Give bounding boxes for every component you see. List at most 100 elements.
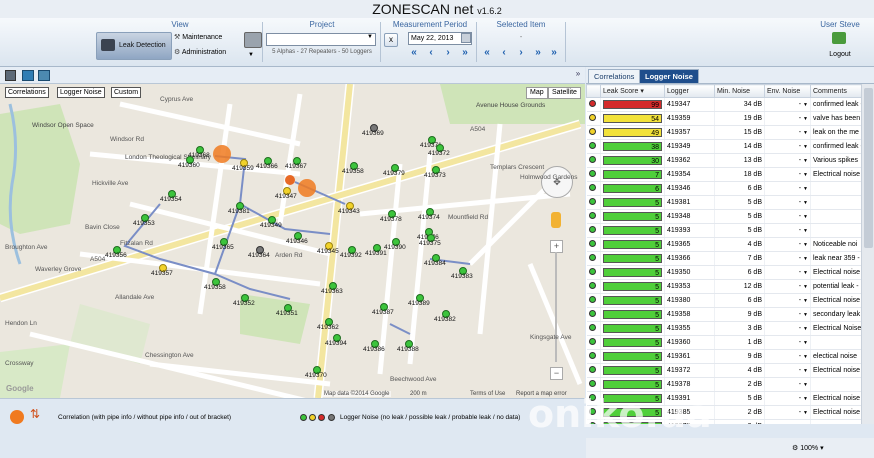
logout-button[interactable]: Logout [820, 51, 860, 58]
table-row[interactable]: 5 419355 3 dB - ▼ Electrical Noise [586, 321, 861, 336]
map-tab-logger-noise[interactable]: Logger Noise [57, 87, 105, 98]
env-noise-cell[interactable]: - ▼ [764, 153, 811, 168]
comment-cell[interactable] [810, 335, 861, 350]
column-header-comments[interactable]: Comments [810, 84, 861, 98]
comment-cell[interactable]: Electrical noise [810, 293, 861, 308]
env-noise-cell[interactable]: - ▼ [764, 237, 811, 252]
pan-control[interactable]: ✥ [541, 166, 573, 198]
env-noise-cell[interactable]: - ▼ [764, 209, 811, 224]
table-row[interactable]: 5 419361 9 dB - ▼ electical noise [586, 349, 861, 364]
env-noise-cell[interactable]: - ▼ [764, 97, 811, 112]
street-view-pegman-icon[interactable] [551, 212, 561, 228]
zoom-slider-track[interactable] [555, 252, 557, 362]
table-row[interactable]: 99 419347 34 dB - ▼ confirmed leak - [586, 97, 861, 112]
project-select[interactable]: ▼ [266, 33, 376, 46]
comment-cell[interactable]: Noticeable noi [810, 237, 861, 252]
comment-cell[interactable] [810, 195, 861, 210]
table-row[interactable]: 5 419353 12 dB - ▼ potential leak - [586, 279, 861, 294]
env-noise-cell[interactable]: - ▼ [764, 335, 811, 350]
table-row[interactable]: 5 419380 6 dB - ▼ Electrical noise [586, 293, 861, 308]
tab-logger-noise[interactable]: Logger Noise [639, 69, 699, 83]
printer-icon[interactable] [244, 32, 262, 48]
previous-period-icon[interactable]: ‹ [426, 48, 436, 58]
env-noise-cell[interactable]: - ▼ [764, 265, 811, 280]
comment-cell[interactable] [810, 419, 861, 424]
env-noise-cell[interactable]: - ▼ [764, 391, 811, 406]
comment-cell[interactable]: secondary leak [810, 307, 861, 322]
comment-cell[interactable]: Various spikes [810, 153, 861, 168]
env-noise-cell[interactable]: - ▼ [764, 167, 811, 182]
table-row[interactable]: 54 419359 19 dB - ▼ valve has been [586, 111, 861, 126]
env-noise-cell[interactable]: - ▼ [764, 349, 811, 364]
comment-cell[interactable]: Electrical noise [810, 167, 861, 182]
comment-cell[interactable]: Electrical noise [810, 391, 861, 406]
env-noise-cell[interactable]: - ▼ [764, 307, 811, 322]
administration-button[interactable]: ⚙ Administration [174, 48, 226, 56]
env-noise-cell[interactable]: - ▼ [764, 195, 811, 210]
comment-cell[interactable]: confirmed leak - [810, 139, 861, 154]
terms-of-use-link[interactable]: Terms of Use [470, 391, 505, 397]
table-row[interactable]: 5 419358 9 dB - ▼ secondary leak [586, 307, 861, 322]
next-item-icon[interactable]: › [516, 48, 526, 58]
comment-cell[interactable] [810, 377, 861, 392]
comment-cell[interactable]: confirmed leak - [810, 97, 861, 112]
table-scrollbar[interactable] [861, 84, 874, 424]
table-row[interactable]: 5 419360 1 dB - ▼ [586, 335, 861, 350]
scrollbar-thumb[interactable] [864, 88, 873, 248]
comment-cell[interactable] [810, 209, 861, 224]
env-noise-cell[interactable]: - ▼ [764, 139, 811, 154]
table-row[interactable]: 5 419393 5 dB - ▼ [586, 223, 861, 238]
layers-icon[interactable] [5, 70, 16, 81]
formula-button[interactable]: x [384, 33, 398, 47]
comment-cell[interactable] [810, 223, 861, 238]
leak-detection-button[interactable]: Leak Detection [96, 32, 172, 60]
comment-cell[interactable]: Electrical noise [810, 405, 861, 420]
tab-correlations[interactable]: Correlations [588, 69, 641, 83]
env-noise-cell[interactable]: - ▼ [764, 419, 811, 424]
table-row[interactable]: 5 419350 6 dB - ▼ Electrical noise [586, 265, 861, 280]
env-noise-cell[interactable]: - ▼ [764, 111, 811, 126]
last-item-icon[interactable]: » [533, 48, 543, 58]
column-header-env-noise[interactable]: Env. Noise [764, 84, 811, 98]
table-row[interactable]: 30 419362 13 dB - ▼ Various spikes [586, 153, 861, 168]
gem-icon[interactable] [38, 70, 50, 81]
env-noise-cell[interactable]: - ▼ [764, 293, 811, 308]
table-row[interactable]: 5 419381 5 dB - ▼ [586, 195, 861, 210]
column-header-leak-score[interactable]: Leak Score ▾ [600, 84, 665, 98]
maintenance-button[interactable]: ⚒ Maintenance [174, 33, 222, 41]
comment-cell[interactable]: Electrical noise [810, 265, 861, 280]
zoom-level[interactable]: ⚙ 100% ▾ [792, 444, 824, 452]
comment-cell[interactable]: leak on the me [810, 125, 861, 140]
collapse-panel-icon[interactable]: » [573, 69, 583, 79]
zoom-out-button[interactable]: − [550, 367, 563, 380]
comment-cell[interactable]: potential leak - [810, 279, 861, 294]
comment-cell[interactable] [810, 181, 861, 196]
env-noise-cell[interactable]: - ▼ [764, 405, 811, 420]
comment-cell[interactable]: leak near 359 - [810, 251, 861, 266]
last-period-icon[interactable]: » [460, 48, 470, 58]
table-row[interactable]: 49 419357 15 dB - ▼ leak on the me [586, 125, 861, 140]
env-noise-cell[interactable]: - ▼ [764, 223, 811, 238]
map-tab-custom[interactable]: Custom [111, 87, 142, 98]
table-row[interactable]: 6 419346 6 dB - ▼ [586, 181, 861, 196]
map-type-map[interactable]: Map [526, 87, 548, 99]
home-icon[interactable] [22, 70, 34, 81]
env-noise-cell[interactable]: - ▼ [764, 363, 811, 378]
end-item-icon[interactable]: » [549, 48, 559, 58]
print-dropdown-icon[interactable]: ▼ [248, 52, 254, 58]
env-noise-cell[interactable]: - ▼ [764, 251, 811, 266]
comment-cell[interactable]: valve has been [810, 111, 861, 126]
table-row[interactable]: 5 419378 2 dB - ▼ [586, 377, 861, 392]
table-row[interactable]: 5 419365 4 dB - ▼ Noticeable noi [586, 237, 861, 252]
map-tab-correlations[interactable]: Correlations [5, 87, 49, 98]
logout-icon[interactable] [832, 32, 846, 44]
env-noise-cell[interactable]: - ▼ [764, 279, 811, 294]
env-noise-cell[interactable]: - ▼ [764, 125, 811, 140]
first-item-icon[interactable]: « [482, 48, 492, 58]
table-row[interactable]: 5 419366 7 dB - ▼ leak near 359 - [586, 251, 861, 266]
env-noise-cell[interactable]: - ▼ [764, 377, 811, 392]
comment-cell[interactable]: Electrical noise [810, 363, 861, 378]
column-header-min-noise[interactable]: Min. Noise [714, 84, 765, 98]
previous-item-icon[interactable]: ‹ [499, 48, 509, 58]
table-row[interactable]: 38 419349 14 dB - ▼ confirmed leak - [586, 139, 861, 154]
